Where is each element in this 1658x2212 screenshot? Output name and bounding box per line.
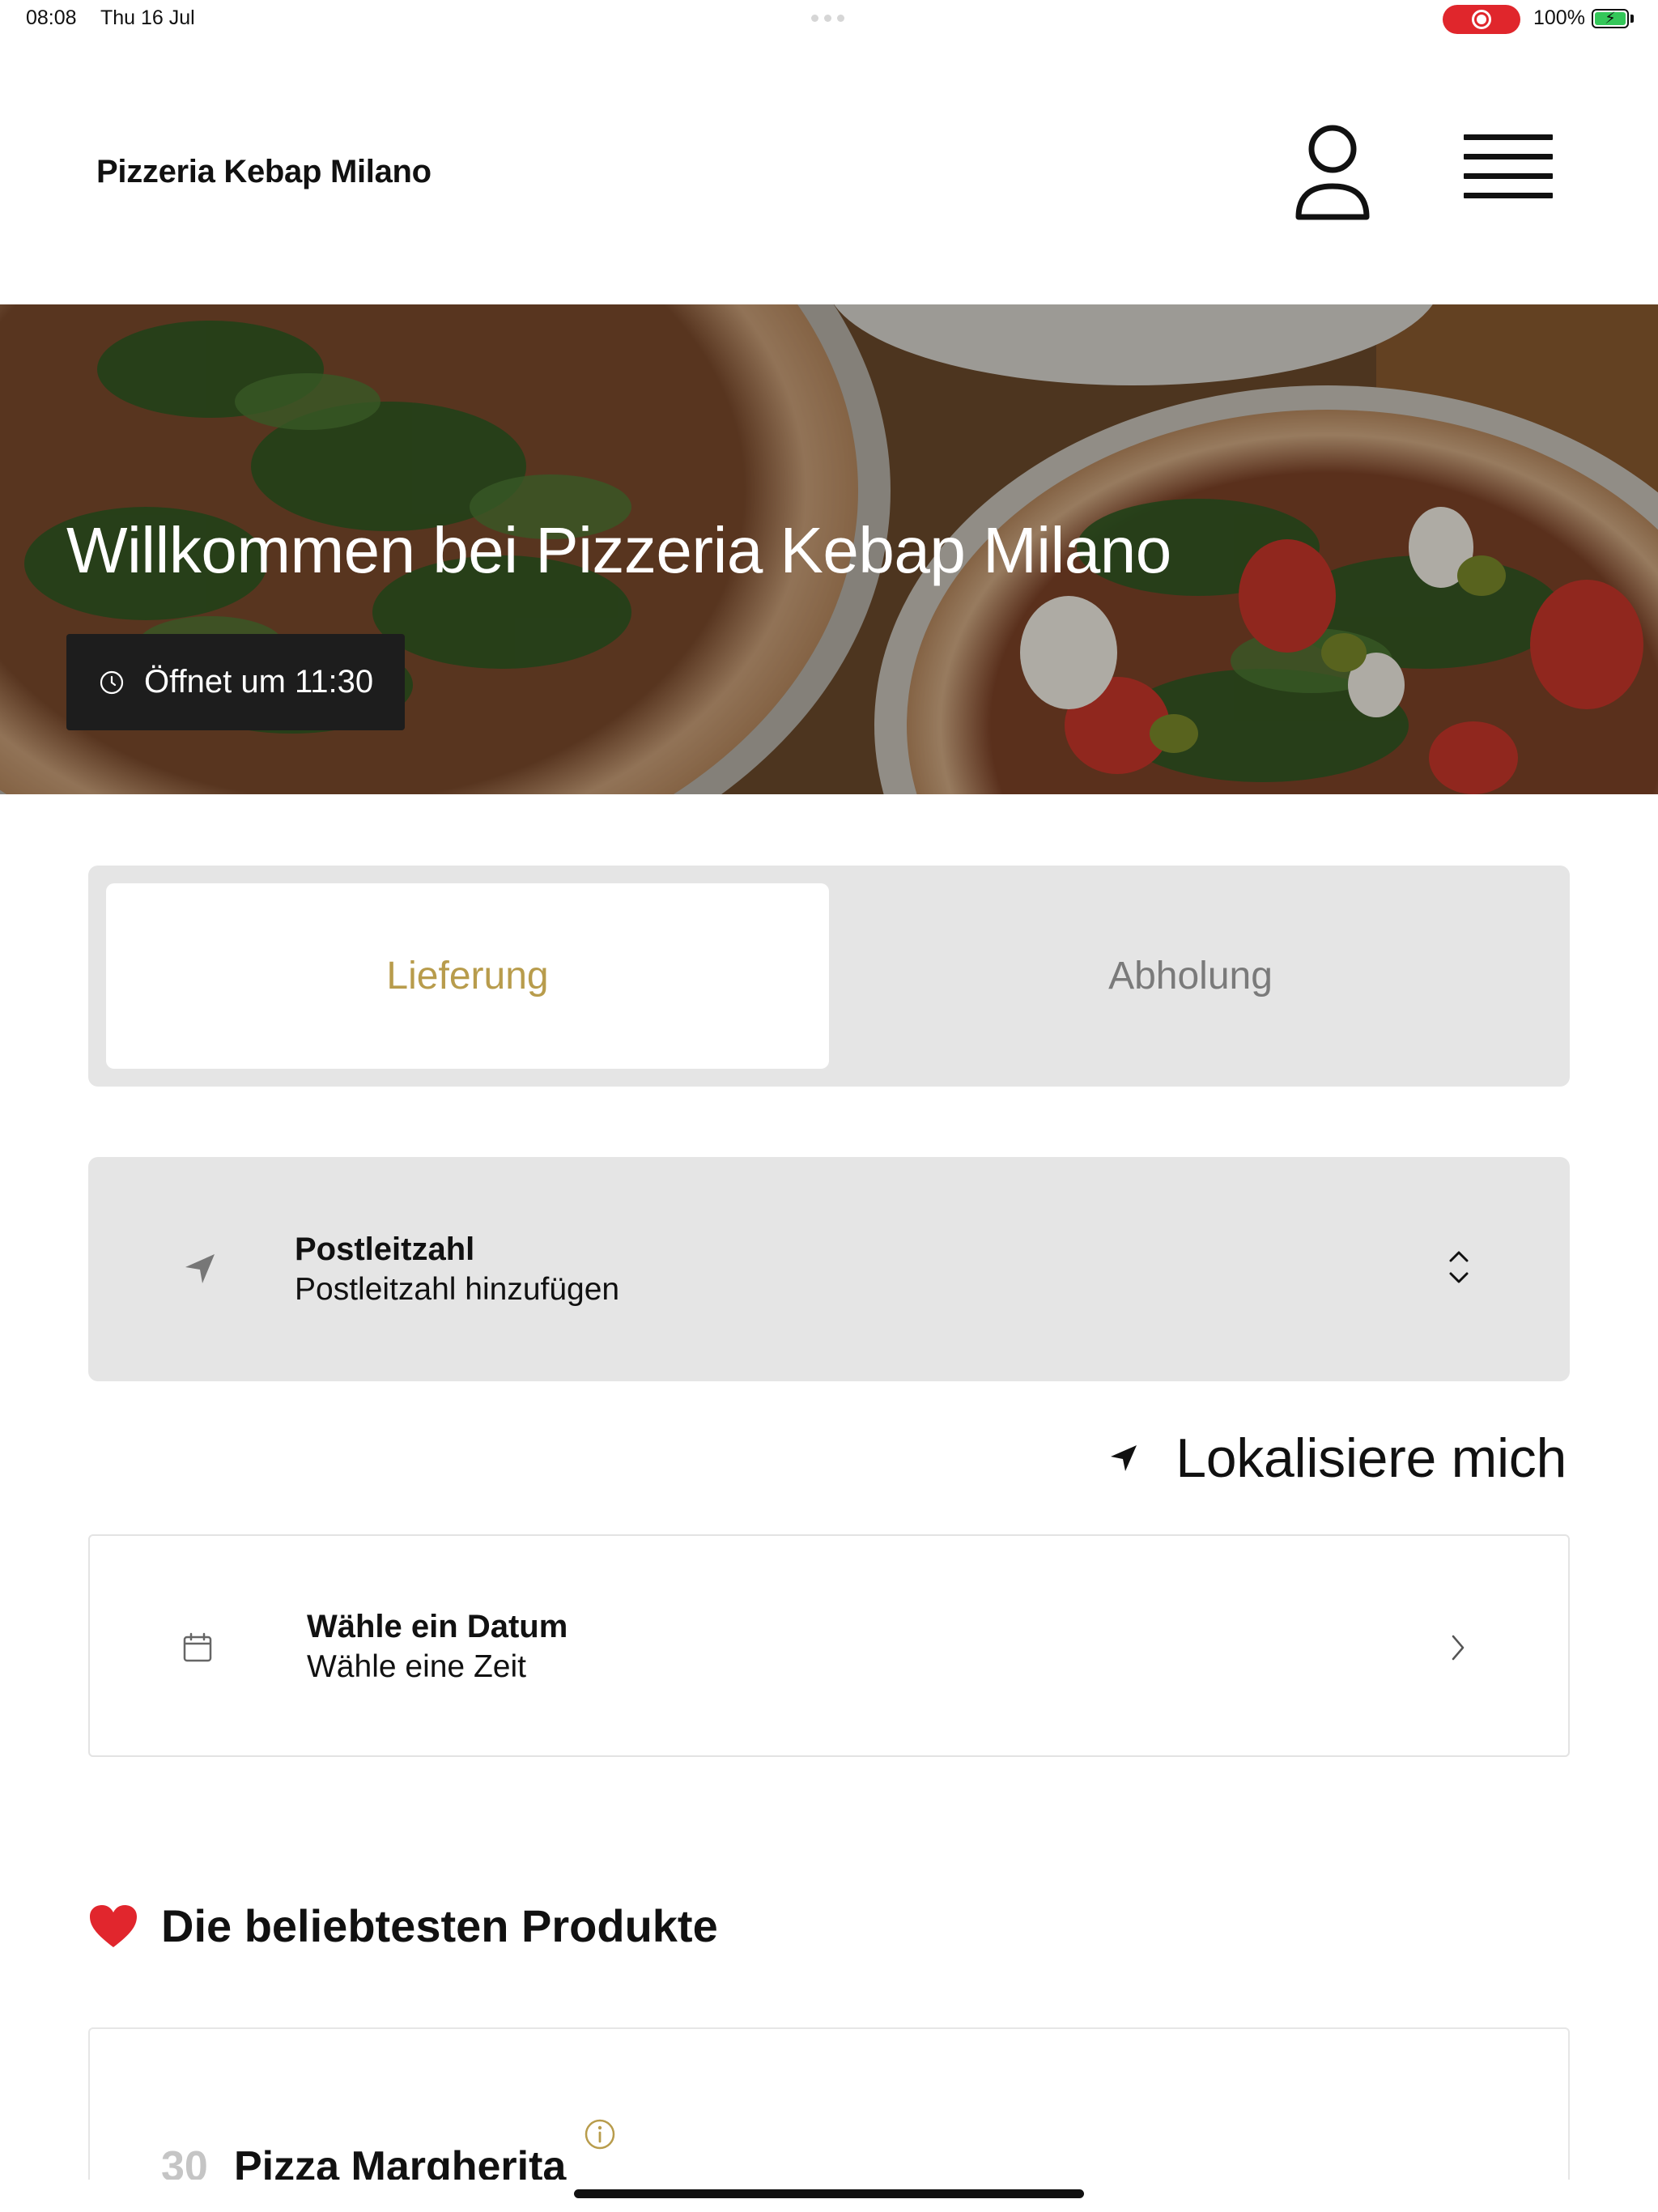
menu-line — [1464, 193, 1553, 198]
postal-code-label: Postleitzahl — [295, 1231, 475, 1267]
locate-me-label: Lokalisiere mich — [1175, 1427, 1567, 1489]
status-time: 08:08 — [26, 6, 77, 29]
tab-delivery[interactable]: Lieferung — [106, 883, 829, 1069]
hero-title: Willkommen bei Pizzeria Kebap Milano — [66, 514, 1171, 586]
menu-line — [1464, 154, 1553, 160]
popular-products-title: Die beliebtesten Produkte — [161, 1900, 718, 1951]
account-button[interactable] — [1290, 121, 1375, 227]
calendar-icon — [183, 1632, 212, 1662]
order-mode-toggle: Lieferung Abholung — [88, 866, 1570, 1087]
hero-banner: Willkommen bei Pizzeria Kebap Milano Öff… — [0, 304, 1658, 794]
date-label: Wähle ein Datum — [307, 1609, 568, 1644]
clock-icon — [100, 670, 124, 694]
opening-time-text: Öffnet um 11:30 — [144, 664, 374, 700]
menu-line — [1464, 173, 1553, 179]
postal-code-field[interactable]: Postleitzahl Postleitzahl hinzufügen — [88, 1157, 1570, 1381]
navigation-arrow-icon — [185, 1254, 215, 1283]
person-icon — [1295, 125, 1370, 220]
date-time-picker[interactable]: Wähle ein Datum Wähle eine Zeit — [88, 1534, 1570, 1757]
postal-code-value: Postleitzahl hinzufügen — [295, 1272, 620, 1307]
status-bar: 08:08 Thu 16 Jul 100% ⚡ — [0, 0, 1658, 39]
locate-me-button[interactable]: Lokalisiere mich — [1107, 1427, 1567, 1490]
info-icon[interactable] — [584, 2118, 616, 2150]
multitasking-dots-icon[interactable] — [811, 15, 844, 22]
battery-percentage: 100% — [1533, 6, 1585, 29]
chevron-right-icon — [1452, 1635, 1465, 1661]
popular-products-heading: Die beliebtesten Produkte — [88, 1899, 718, 1952]
tab-pickup[interactable]: Abholung — [829, 883, 1552, 1069]
screen-recording-icon[interactable] — [1443, 5, 1520, 34]
menu-line — [1464, 134, 1553, 140]
location-arrow-icon — [1111, 1445, 1137, 1471]
time-value: Wähle eine Zeit — [307, 1649, 526, 1684]
brand-name[interactable]: Pizzeria Kebap Milano — [96, 154, 432, 190]
chevron-up-down-icon — [1449, 1251, 1469, 1283]
heart-icon — [90, 1904, 137, 1947]
battery-cap — [1630, 15, 1634, 23]
opening-time-badge: Öffnet um 11:30 — [66, 634, 405, 730]
home-indicator[interactable] — [574, 2189, 1084, 2198]
status-date: Thu 16 Jul — [100, 6, 195, 29]
hamburger-menu-button[interactable] — [1464, 134, 1553, 207]
battery-icon: ⚡ — [1592, 9, 1629, 28]
